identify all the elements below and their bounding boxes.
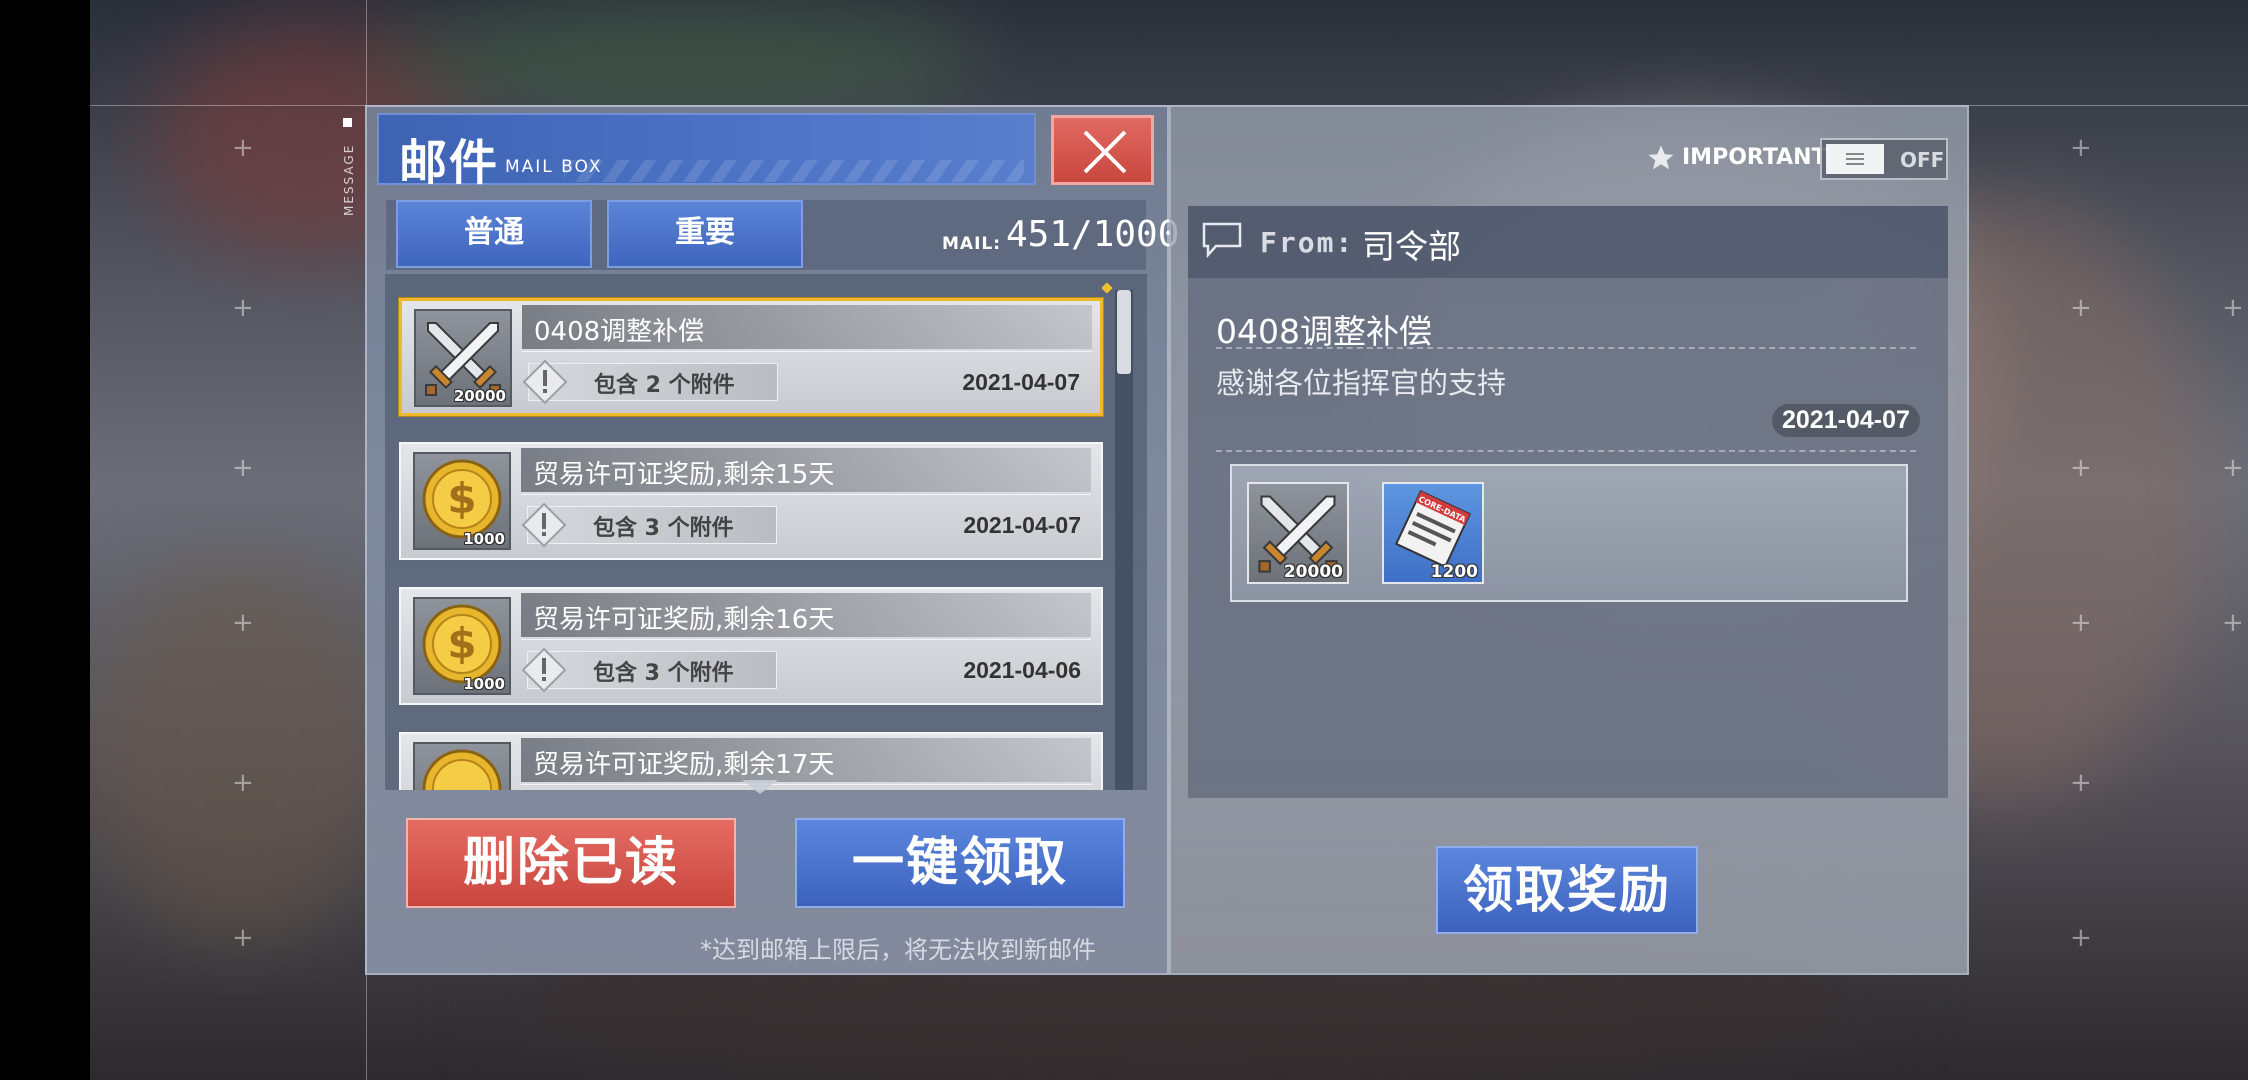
toggle-knob (1826, 144, 1884, 174)
grid-marker: + (2070, 453, 2092, 483)
svg-text:$: $ (447, 474, 476, 523)
attachment-alert-icon (521, 647, 567, 693)
attachment-item[interactable]: CORE-DATA 1200 (1382, 482, 1484, 584)
grid-marker: + (2222, 293, 2244, 323)
claim-reward-button[interactable]: 领取奖励 (1436, 846, 1698, 934)
mail-date: 2021-04-06 (963, 657, 1081, 683)
scroll-down-indicator-icon (742, 780, 778, 794)
reward-thumbnail: $ 1000 (413, 452, 511, 550)
mail-subject: 0408调整补偿 (534, 317, 705, 347)
message-side-label: MESSAGE (340, 118, 356, 228)
grid-marker: + (2070, 133, 2092, 163)
attachment-count: 包含 2 个附件 (594, 373, 735, 398)
mail-item[interactable]: 20000 0408调整补偿 包含 2 个附件 2021-04-07 (399, 298, 1103, 416)
attachment-count: 包含 3 个附件 (593, 516, 734, 541)
scrollbar-thumb[interactable] (1117, 290, 1131, 374)
grid-marker: + (232, 768, 254, 798)
divider (1216, 450, 1916, 452)
attachment-alert-icon (522, 359, 568, 405)
mail-count-label: MAIL: (942, 234, 1002, 254)
grid-marker: + (2222, 608, 2244, 638)
chat-bubble-icon (1202, 222, 1242, 258)
reward-thumbnail: $ 1000 (413, 597, 511, 695)
reward-thumbnail (413, 742, 511, 790)
detail-subject: 0408调整补偿 (1216, 312, 1432, 351)
divider (1216, 347, 1916, 349)
item-quantity: 20000 (453, 387, 506, 405)
tab-important[interactable]: 重要 (607, 200, 803, 268)
mail-subject: 贸易许可证奖励,剩余15天 (533, 460, 835, 490)
mail-item[interactable]: $ 1000 贸易许可证奖励,剩余15天 包含 3 个附件 2021-04-07 (399, 442, 1103, 560)
tab-normal[interactable]: 普通 (396, 200, 592, 268)
important-toggle[interactable]: OFF (1820, 138, 1948, 180)
detail-body: 感谢各位指挥官的支持 (1216, 366, 1507, 400)
from-label: From: (1260, 226, 1355, 259)
item-quantity: 1200 (1430, 562, 1478, 582)
toggle-state: OFF (1900, 148, 1945, 172)
grid-marker: + (2070, 608, 2092, 638)
attachment-item[interactable]: 20000 (1247, 482, 1349, 584)
mail-list: 20000 0408调整补偿 包含 2 个附件 2021-04-07 $ 100… (385, 274, 1147, 790)
svg-text:$: $ (447, 619, 476, 668)
page-title: 邮件 (399, 135, 500, 191)
grid-marker: + (2222, 453, 2244, 483)
grid-marker: + (2070, 768, 2092, 798)
delete-read-button[interactable]: 删除已读 (406, 818, 736, 908)
attachment-count: 包含 3 个附件 (593, 661, 734, 686)
grid-marker: + (2070, 923, 2092, 953)
gold-coin-icon (422, 749, 502, 790)
item-quantity: 1000 (463, 530, 505, 548)
page-subtitle: MAIL BOX (505, 157, 603, 177)
item-quantity: 20000 (1283, 562, 1343, 582)
claim-all-button[interactable]: 一键领取 (795, 818, 1125, 908)
grid-marker: + (232, 133, 254, 163)
grid-marker: + (232, 608, 254, 638)
reward-thumbnail: 20000 (414, 309, 512, 407)
important-filter-label: IMPORTANT (1682, 145, 1827, 170)
mail-count: 451/1000 (1006, 214, 1180, 255)
mail-date: 2021-04-07 (963, 512, 1081, 538)
detail-date: 2021-04-07 (1772, 404, 1920, 437)
mail-subject: 贸易许可证奖励,剩余16天 (533, 605, 835, 635)
star-icon (1648, 145, 1674, 170)
mailbox-limit-note: *达到邮箱上限后，将无法收到新邮件 (700, 936, 1096, 964)
mail-subject: 贸易许可证奖励,剩余17天 (533, 750, 835, 780)
grid-marker: + (232, 453, 254, 483)
grid-marker: + (232, 293, 254, 323)
attachment-alert-icon (521, 502, 567, 548)
side-label-text: MESSAGE (342, 143, 356, 216)
mail-item[interactable]: $ 1000 贸易许可证奖励,剩余16天 包含 3 个附件 2021-04-06 (399, 587, 1103, 705)
mailbox-title-bar: 邮件 MAIL BOX (377, 113, 1036, 191)
close-icon (1083, 130, 1127, 174)
grid-marker: + (2070, 293, 2092, 323)
item-quantity: 1000 (463, 675, 505, 693)
close-button[interactable] (1051, 115, 1154, 185)
grid-marker: + (232, 923, 254, 953)
sender-name: 司令部 (1362, 227, 1461, 266)
mail-date: 2021-04-07 (962, 369, 1080, 395)
